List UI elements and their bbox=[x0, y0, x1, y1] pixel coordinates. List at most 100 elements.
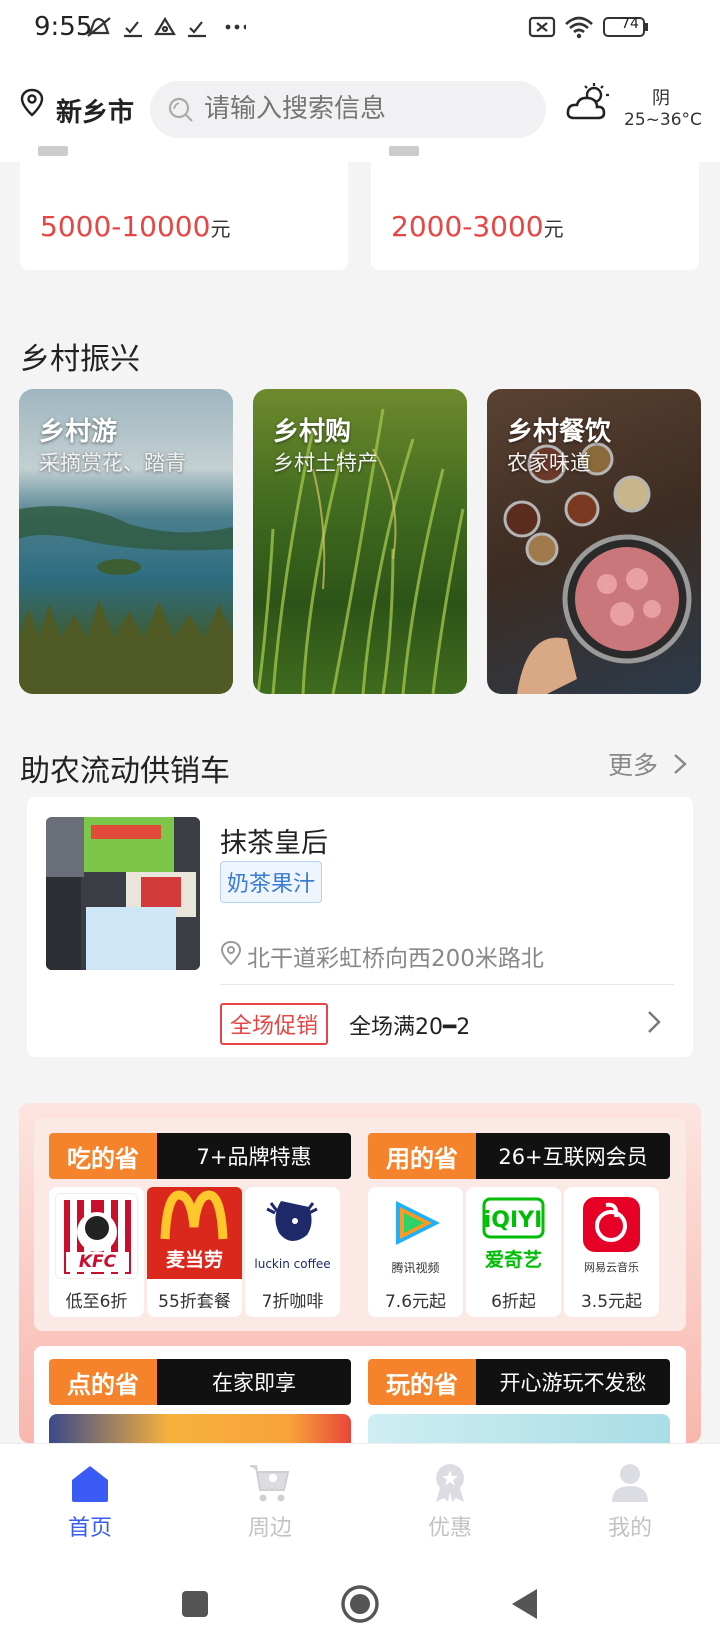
job-salary: 5000-10000元 bbox=[40, 210, 231, 243]
chevron-right-icon bbox=[674, 754, 687, 774]
brand-card-iqiyi[interactable]: iQIYI 爱奇艺 6折起 bbox=[466, 1187, 561, 1317]
tab-label: 我的 bbox=[607, 1516, 652, 1541]
battery-level: 74 bbox=[621, 16, 639, 32]
tile-rural-shop[interactable]: 乡村购 乡村土特产 bbox=[253, 389, 467, 694]
brand-logo-text: KFC bbox=[78, 1252, 117, 1272]
travel-banner[interactable] bbox=[368, 1414, 670, 1444]
tab-label: 首页 bbox=[67, 1516, 112, 1541]
job-card[interactable]: 2000-3000元 bbox=[371, 146, 699, 270]
savings-header-order[interactable]: 点的省 在家即享 bbox=[49, 1359, 351, 1405]
shop-photo bbox=[46, 817, 200, 970]
svg-text:iQIYI: iQIYI bbox=[484, 1208, 543, 1233]
savings-row-1: 吃的省 7+品牌特惠 用的省 26+互联网会员 KFC 低至6折 麦当劳 55折… bbox=[34, 1118, 686, 1331]
weather-temperature: 25~36°C bbox=[624, 110, 702, 130]
tile-subtitle: 采摘赏花、踏青 bbox=[39, 451, 186, 475]
status-time: 9:55 bbox=[34, 12, 93, 42]
brand-logo-text: 麦当劳 bbox=[165, 1249, 223, 1271]
shop-name: 抹茶皇后 bbox=[220, 828, 328, 859]
back-button[interactable] bbox=[508, 1587, 540, 1621]
brand-logo-text: 爱奇艺 bbox=[484, 1249, 542, 1271]
job-title-cut bbox=[389, 146, 419, 156]
header: 新乡市 阴 25~36°C bbox=[0, 56, 720, 162]
brand-logo-text: 网易云音乐 bbox=[584, 1261, 639, 1274]
tab-deals[interactable]: 优惠 bbox=[360, 1444, 540, 1561]
brand-logo-text: 腾讯视频 bbox=[391, 1261, 440, 1275]
location-pin-icon bbox=[220, 940, 242, 966]
brand-caption: 55折套餐 bbox=[158, 1292, 231, 1312]
shop-address: 北干道彩虹桥向西200米路北 bbox=[247, 946, 544, 972]
shop-storefront-image bbox=[46, 817, 200, 970]
savings-panel: 吃的省 7+品牌特惠 用的省 26+互联网会员 KFC 低至6折 麦当劳 55折… bbox=[19, 1103, 701, 1466]
savings-header-play[interactable]: 玩的省 开心游玩不发愁 bbox=[368, 1359, 670, 1405]
job-salary: 2000-3000元 bbox=[391, 210, 564, 243]
savings-header-use[interactable]: 用的省 26+互联网会员 bbox=[368, 1133, 670, 1179]
netease-music-logo-icon: 网易云音乐 bbox=[570, 1193, 653, 1279]
rural-section-title: 乡村振兴 bbox=[20, 342, 140, 377]
luckin-logo-icon: luckin coffee bbox=[251, 1193, 334, 1279]
savings-label: 用的省 bbox=[368, 1133, 476, 1179]
savings-desc: 7+品牌特惠 bbox=[157, 1133, 351, 1179]
brand-caption: 7.6元起 bbox=[384, 1292, 447, 1312]
mcdonalds-logo-icon: 麦当劳 bbox=[147, 1187, 242, 1279]
brand-card-kfc[interactable]: KFC 低至6折 bbox=[49, 1187, 144, 1317]
search-bar[interactable] bbox=[150, 81, 546, 138]
tab-profile[interactable]: 我的 bbox=[540, 1444, 720, 1561]
tile-title: 乡村餐饮 bbox=[507, 417, 612, 447]
savings-desc: 开心游玩不发愁 bbox=[476, 1359, 670, 1405]
search-input[interactable] bbox=[204, 93, 524, 125]
tile-subtitle: 农家味道 bbox=[507, 451, 591, 475]
job-title-cut bbox=[38, 146, 68, 156]
tab-label: 优惠 bbox=[427, 1516, 472, 1541]
brand-card-netease-music[interactable]: 网易云音乐 3.5元起 bbox=[564, 1187, 659, 1317]
brand-logo-text: luckin coffee bbox=[254, 1257, 331, 1271]
shop-card[interactable]: 抹茶皇后 奶茶果汁 北干道彩虹桥向西200米路北 全场促销 全场满20━2 bbox=[27, 797, 693, 1057]
brand-card-mcdonalds[interactable]: 麦当劳 55折套餐 bbox=[147, 1187, 242, 1317]
tencent-video-logo-icon: 腾讯视频 bbox=[374, 1193, 457, 1279]
food-delivery-banner[interactable] bbox=[49, 1414, 351, 1444]
home-icon bbox=[72, 1466, 108, 1502]
user-icon bbox=[612, 1464, 648, 1502]
brand-card-tencent-video[interactable]: 腾讯视频 7.6元起 bbox=[368, 1187, 463, 1317]
tile-title: 乡村购 bbox=[273, 417, 352, 447]
shop-category-tag: 奶茶果汁 bbox=[220, 861, 323, 903]
city-label[interactable]: 新乡市 bbox=[56, 92, 134, 129]
iqiyi-logo-icon: iQIYI 爱奇艺 bbox=[472, 1193, 555, 1279]
job-card[interactable]: 5000-10000元 bbox=[20, 146, 348, 270]
home-nav-button[interactable] bbox=[340, 1584, 380, 1624]
tab-home[interactable]: 首页 bbox=[0, 1444, 180, 1561]
weather-condition: 阴 bbox=[652, 88, 670, 109]
more-label: 更多 bbox=[608, 751, 659, 780]
cart-location-icon bbox=[250, 1465, 290, 1502]
recents-button[interactable] bbox=[180, 1589, 210, 1619]
badge-icon bbox=[436, 1464, 464, 1502]
notification-icons bbox=[87, 16, 246, 38]
savings-header-eat[interactable]: 吃的省 7+品牌特惠 bbox=[49, 1133, 351, 1179]
brand-caption: 6折起 bbox=[491, 1292, 536, 1312]
promo-text: 全场满20━2 bbox=[349, 1015, 471, 1040]
brand-caption: 7折咖啡 bbox=[261, 1292, 324, 1312]
savings-label: 点的省 bbox=[49, 1359, 157, 1405]
tile-rural-dining[interactable]: 乡村餐饮 农家味道 bbox=[487, 389, 701, 694]
promo-badge: 全场促销 bbox=[220, 1003, 329, 1045]
brand-card-luckin[interactable]: luckin coffee 7折咖啡 bbox=[245, 1187, 340, 1317]
savings-desc: 26+互联网会员 bbox=[476, 1133, 670, 1179]
status-bar: 9:55 74 bbox=[0, 0, 720, 56]
divider bbox=[220, 984, 674, 985]
kfc-logo-icon: KFC bbox=[55, 1193, 138, 1279]
system-nav-bar bbox=[0, 1560, 720, 1650]
brand-caption: 低至6折 bbox=[65, 1292, 128, 1312]
brand-caption: 3.5元起 bbox=[580, 1292, 643, 1312]
tile-subtitle: 乡村土特产 bbox=[273, 451, 378, 475]
weather-cloudy-icon bbox=[566, 83, 609, 120]
chevron-right-icon[interactable] bbox=[645, 1009, 663, 1035]
tab-nearby[interactable]: 周边 bbox=[180, 1444, 360, 1561]
search-icon bbox=[168, 97, 193, 122]
more-link[interactable]: 更多 bbox=[608, 746, 690, 782]
location-pin-icon[interactable] bbox=[20, 88, 44, 118]
truck-section-title: 助农流动供销车 bbox=[20, 754, 230, 789]
savings-label: 吃的省 bbox=[49, 1133, 157, 1179]
savings-desc: 在家即享 bbox=[157, 1359, 351, 1405]
tile-rural-tour[interactable]: 乡村游 采摘赏花、踏青 bbox=[19, 389, 233, 694]
tile-title: 乡村游 bbox=[39, 417, 118, 447]
savings-label: 玩的省 bbox=[368, 1359, 476, 1405]
